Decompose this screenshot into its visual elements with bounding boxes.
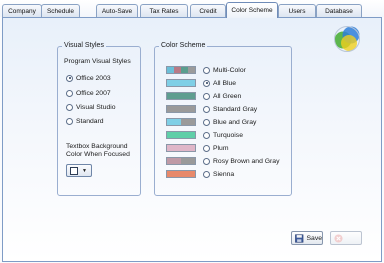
swatch-segment	[181, 67, 188, 73]
radio-rosy-brown-and-gray[interactable]: Rosy Brown and Gray	[203, 156, 280, 166]
radio-label: Plum	[213, 144, 229, 152]
swatch-segment	[181, 119, 195, 125]
color-scheme-page: Visual Styles Program Visual Styles Offi…	[2, 17, 382, 262]
textbox-bg-label-line1: Textbox Background	[66, 143, 128, 150]
radio-label: Multi-Color	[213, 66, 246, 74]
radio-button[interactable]	[203, 79, 210, 87]
swatch-rosy-brown-and-gray	[166, 157, 196, 165]
program-visual-styles-label: Program Visual Styles	[64, 58, 131, 65]
options-window: Company Schedule Auto-Save Tax Rates Cre…	[0, 0, 384, 263]
textbox-bg-label-line2: Color When Focused	[66, 151, 130, 158]
tab-company[interactable]: Company	[2, 4, 42, 17]
radio-button[interactable]	[66, 89, 73, 97]
save-label: Save	[306, 234, 323, 242]
radio-all-green[interactable]: All Green	[203, 91, 241, 101]
radio-label: Rosy Brown and Gray	[213, 157, 280, 165]
radio-button[interactable]	[203, 170, 210, 178]
close-icon	[334, 233, 343, 243]
radio-turquoise[interactable]: Turquoise	[203, 130, 243, 140]
swatch-segment	[167, 145, 195, 151]
overlapping-circles-logo	[334, 26, 360, 52]
radio-button[interactable]	[203, 144, 210, 152]
tab-color-scheme[interactable]: Color Scheme	[226, 2, 278, 18]
swatch-segment	[167, 158, 181, 164]
radio-standard-gray[interactable]: Standard Gray	[203, 104, 257, 114]
swatch-segment	[167, 80, 195, 86]
close-button[interactable]	[330, 231, 362, 245]
radio-label: Visual Studio	[76, 103, 116, 111]
radio-visual-studio[interactable]: Visual Studio	[66, 102, 116, 112]
radio-label: All Blue	[213, 79, 237, 87]
radio-label: All Green	[213, 92, 242, 100]
color-scheme-title: Color Scheme	[159, 42, 208, 49]
swatch-segment	[188, 67, 195, 73]
radio-button[interactable]	[66, 103, 73, 111]
radio-button[interactable]	[203, 105, 210, 113]
tab-credit[interactable]: Credit	[190, 4, 226, 17]
radio-button[interactable]	[203, 131, 210, 139]
swatch-segment	[181, 158, 195, 164]
swatch-all-blue	[166, 79, 196, 87]
radio-office-2003[interactable]: Office 2003	[66, 73, 111, 83]
swatch-segment	[167, 106, 195, 112]
save-button[interactable]: Save	[291, 231, 323, 245]
radio-multi-color[interactable]: Multi-Color	[203, 65, 246, 75]
radio-button[interactable]	[66, 117, 73, 125]
radio-label: Office 2003	[76, 74, 111, 82]
radio-button[interactable]	[66, 74, 73, 82]
swatch-plum	[166, 144, 196, 152]
radio-sienna[interactable]: Sienna	[203, 169, 234, 179]
tab-strip: Company Schedule Auto-Save Tax Rates Cre…	[0, 0, 384, 18]
swatch-multi-color	[166, 66, 196, 74]
swatch-all-green	[166, 92, 196, 100]
swatch-segment	[174, 67, 181, 73]
radio-label: Turquoise	[213, 131, 243, 139]
swatch-standard-gray	[166, 105, 196, 113]
radio-label: Blue and Gray	[213, 118, 257, 126]
color-scheme-group: Color Scheme Multi-Color All Blue All Gree…	[154, 42, 292, 196]
radio-standard[interactable]: Standard	[66, 116, 104, 126]
swatch-segment	[167, 171, 195, 177]
tab-users[interactable]: Users	[278, 4, 316, 17]
visual-styles-group: Visual Styles Program Visual Styles Offi…	[57, 42, 141, 196]
tab-auto-save[interactable]: Auto-Save	[96, 4, 138, 17]
radio-blue-and-gray[interactable]: Blue and Gray	[203, 117, 256, 127]
swatch-segment	[167, 93, 195, 99]
radio-all-blue[interactable]: All Blue	[203, 78, 236, 88]
swatch-turquoise	[166, 131, 196, 139]
swatch-segment	[167, 67, 174, 73]
visual-styles-title: Visual Styles	[62, 42, 106, 49]
floppy-disk-icon	[295, 233, 304, 243]
swatch-blue-and-gray	[166, 118, 196, 126]
radio-button[interactable]	[203, 157, 210, 165]
swatch-sienna	[166, 170, 196, 178]
radio-label: Standard Gray	[213, 105, 258, 113]
swatch-segment	[167, 132, 195, 138]
radio-label: Sienna	[213, 170, 235, 178]
color-preview	[70, 166, 78, 175]
chevron-down-icon: ▼	[82, 167, 87, 174]
textbox-bg-color-picker[interactable]: ▼	[66, 164, 92, 177]
radio-plum[interactable]: Plum	[203, 143, 229, 153]
radio-button[interactable]	[203, 92, 210, 100]
radio-label: Office 2007	[76, 89, 111, 97]
radio-label: Standard	[76, 117, 104, 125]
tab-tax-rates[interactable]: Tax Rates	[140, 4, 188, 17]
swatch-segment	[167, 119, 181, 125]
tab-schedule[interactable]: Schedule	[41, 4, 80, 17]
radio-button[interactable]	[203, 118, 210, 126]
tab-database[interactable]: Database	[316, 4, 362, 17]
radio-button[interactable]	[203, 66, 210, 74]
radio-office-2007[interactable]: Office 2007	[66, 88, 111, 98]
